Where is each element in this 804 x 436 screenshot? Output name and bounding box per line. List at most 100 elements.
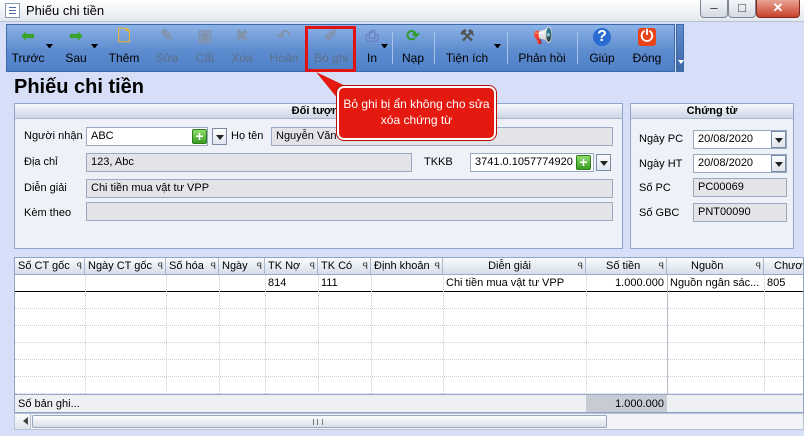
attach-field[interactable]: [86, 202, 613, 221]
cell-nguon: Nguồn ngân sác...: [670, 277, 760, 289]
col-tk-co[interactable]: TK Có ꟼ: [318, 258, 371, 275]
attach-label: Kèm theo: [24, 207, 72, 219]
grid-divider: [371, 275, 372, 394]
scrollbar-thumb[interactable]: [32, 415, 607, 428]
col-nguon[interactable]: Nguồn ꟼ: [667, 258, 764, 275]
cell-tk-no: 814: [268, 277, 287, 289]
help-button[interactable]: ? Giúp: [586, 26, 618, 70]
prev-dropdown-icon[interactable]: [46, 44, 53, 51]
toolbar-separator: [577, 32, 578, 64]
refresh-icon: ⟳: [406, 28, 420, 45]
reload-button[interactable]: ⟳ Nạp: [398, 26, 428, 70]
sopc-field[interactable]: PC00069: [693, 178, 787, 197]
add-receiver-icon[interactable]: +: [192, 129, 207, 144]
toolbar-separator: [507, 32, 508, 64]
ngaypc-dropdown-icon[interactable]: [771, 131, 786, 148]
highlight-box: [305, 26, 356, 72]
edit-button[interactable]: ✎ Sửa: [150, 26, 184, 70]
grid-divider: [318, 275, 319, 394]
grid-footer: Số bản ghi... 1.000.000: [15, 394, 803, 412]
horizontal-scrollbar[interactable]: [14, 413, 804, 430]
callout-text: Bỏ ghi bị ẩn không cho sửa xóa chứng từ: [343, 97, 490, 127]
save-button[interactable]: ▣ Cất: [189, 26, 221, 70]
delete-button[interactable]: ✖ Xóa: [226, 26, 258, 70]
grid-divider: [166, 275, 167, 394]
utilities-dropdown-icon[interactable]: [494, 44, 501, 51]
col-ngay[interactable]: Ngày ꟼ: [219, 258, 265, 275]
col-dien-giai[interactable]: Diễn giải ꟼ: [443, 258, 586, 275]
tkkb-dropdown-icon[interactable]: [596, 154, 611, 171]
delete-document-icon: ✖: [235, 28, 249, 45]
col-chuong[interactable]: Chươ: [764, 258, 803, 275]
scroll-left-icon[interactable]: [15, 414, 31, 429]
table-row[interactable]: [15, 309, 803, 326]
grid-divider: [443, 275, 444, 394]
feedback-button[interactable]: 📢 Phản hồi: [516, 26, 568, 70]
grid-header: Số CT gốc ꟼ Ngày CT gốc ꟼ Số hóa ꟼ Ngày ꟼ TK…: [15, 258, 803, 275]
tools-icon: ⚒: [459, 28, 475, 45]
grid-divider: [265, 275, 266, 394]
address-label: Địa chỉ: [24, 156, 58, 168]
scroll-grip-icon: [313, 419, 323, 425]
grid-divider: [667, 275, 668, 394]
power-icon: ⏻: [638, 28, 656, 46]
arrow-left-icon: ⬅: [21, 28, 35, 45]
toolbar-separator: [392, 32, 393, 64]
table-row[interactable]: [15, 360, 803, 377]
table-row[interactable]: [15, 326, 803, 343]
maximize-button[interactable]: □: [728, 0, 756, 18]
description-field[interactable]: Chi tiền mua vật tư VPP: [86, 179, 613, 198]
grid-divider: [586, 275, 587, 394]
edit-document-icon: ✎: [160, 28, 174, 45]
ngayht-dropdown-icon[interactable]: [771, 155, 786, 172]
col-dinh-khoan[interactable]: Định khoản ꟼ: [371, 258, 443, 275]
tkkb-label: TKKB: [424, 156, 453, 168]
col-so-tien[interactable]: Số tiền ꟼ: [586, 258, 667, 275]
print-dropdown-icon[interactable]: [381, 44, 388, 51]
ngayht-label: Ngày HT: [639, 158, 683, 170]
next-dropdown-icon[interactable]: [91, 44, 98, 51]
grid-divider: [219, 275, 220, 394]
doituong-header: Đối tượng: [15, 104, 622, 119]
undo-button[interactable]: ↶ Hoãn: [266, 26, 302, 70]
table-row[interactable]: [15, 292, 803, 309]
sogbc-label: Số GBC: [639, 207, 680, 219]
add-tkkb-icon[interactable]: +: [576, 155, 591, 170]
receiver-dropdown-icon[interactable]: [212, 128, 227, 145]
add-button[interactable]: 🗋 Thêm: [106, 26, 142, 70]
chungtu-group: Chứng từ Ngày PC 20/08/2020 Ngày HT 20/0…: [630, 103, 794, 249]
page-title: Phiếu chi tiền: [14, 76, 145, 98]
sogbc-field[interactable]: PNT00090: [693, 203, 787, 222]
utilities-button[interactable]: ⚒ Tiện ích: [444, 26, 490, 70]
grid-divider: [764, 275, 765, 394]
printer-icon: ⎙: [365, 28, 379, 45]
floppy-disk-icon: ▣: [197, 28, 213, 45]
doituong-group: Đối tượng Người nhận ABC + Họ tên Nguyễn…: [14, 103, 623, 249]
window-title: Phiếu chi tiền: [26, 3, 105, 18]
close-window-button[interactable]: ✕: [756, 0, 800, 18]
new-document-icon: 🗋: [117, 28, 131, 45]
arrow-right-icon: ➡: [69, 28, 83, 45]
col-so-ct-goc[interactable]: Số CT gốc ꟼ: [15, 258, 85, 275]
help-icon: ?: [593, 28, 611, 46]
address-field[interactable]: 123, Abc: [86, 153, 412, 172]
table-row[interactable]: 814 111 Chi tiền mua vật tư VPP 1.000.00…: [15, 275, 803, 292]
detail-grid[interactable]: Số CT gốc ꟼ Ngày CT gốc ꟼ Số hóa ꟼ Ngày ꟼ TK…: [14, 257, 804, 413]
col-tk-no[interactable]: TK Nợ ꟼ: [265, 258, 318, 275]
description-label: Diễn giải: [24, 182, 67, 194]
close-button[interactable]: ⏻ Đóng: [630, 26, 664, 70]
title-bar: [0, 0, 804, 22]
footer-total: 1.000.000: [615, 398, 664, 410]
toolbar-overflow-button[interactable]: [676, 24, 684, 72]
app-icon: [5, 3, 20, 18]
col-ngay-ct-goc[interactable]: Ngày CT gốc ꟼ: [85, 258, 166, 275]
cell-so-tien: 1.000.000: [615, 277, 664, 289]
col-so-hoa[interactable]: Số hóa ꟼ: [166, 258, 219, 275]
receiver-label: Người nhận: [24, 130, 83, 142]
table-row[interactable]: [15, 377, 803, 394]
next-button[interactable]: ➡ Sau: [60, 26, 92, 70]
table-row[interactable]: [15, 343, 803, 360]
prev-button[interactable]: ⬅ Trước: [10, 26, 46, 70]
minimize-button[interactable]: –: [700, 0, 728, 18]
receiver-field[interactable]: ABC: [86, 127, 208, 146]
